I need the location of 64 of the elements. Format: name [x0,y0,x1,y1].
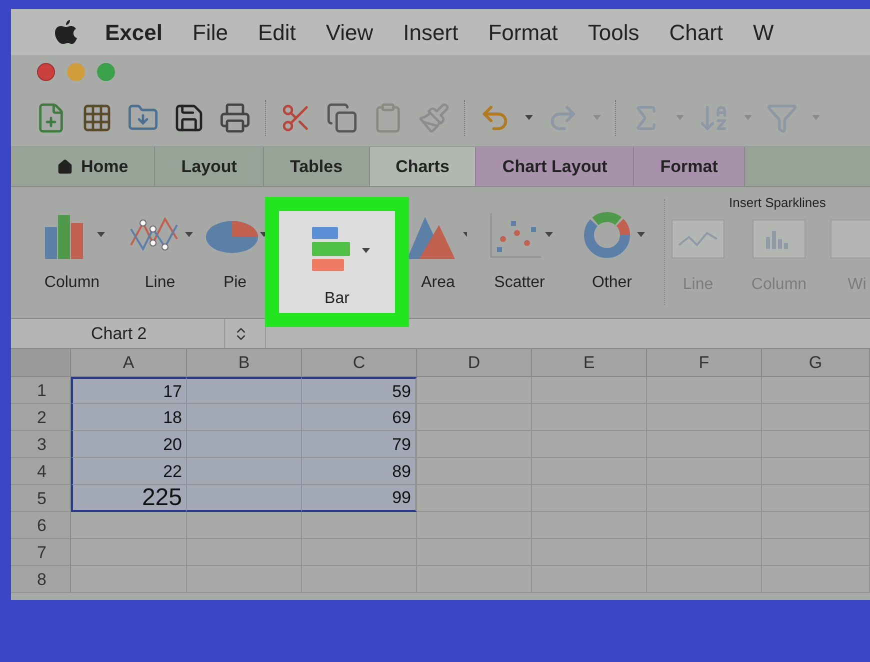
table-cell: 18 [71,404,187,431]
caret-icon [544,232,552,238]
menu-item[interactable]: Edit [258,16,296,48]
chart-type-button[interactable]: Bar [265,197,409,327]
caret-icon [525,114,533,120]
table-cell: 59 [302,377,417,404]
line-sparkline-icon [671,218,725,258]
caret-icon [812,114,820,120]
row-header[interactable]: 2 [11,404,71,431]
home-icon [57,158,73,174]
chart-type-button[interactable]: Column [29,199,115,299]
row-header[interactable]: 3 [11,431,71,458]
column-header[interactable]: D [417,349,532,376]
table-cell: 69 [302,404,417,431]
caret-icon [593,114,601,120]
menu-item[interactable]: Tools [588,16,640,48]
row-header[interactable]: 4 [11,458,71,485]
caret-icon [676,114,684,120]
filter-icon[interactable] [766,102,798,134]
ribbon-tab[interactable]: Format [634,147,745,186]
ribbon-tab[interactable]: Charts [370,147,476,186]
brush-icon[interactable] [418,102,450,134]
row-header[interactable]: 1 [11,377,71,404]
column-header[interactable]: A [71,349,187,376]
table-cell: 22 [71,458,187,485]
menu-item[interactable]: W [753,16,774,48]
maximize-button[interactable] [97,63,115,81]
column-header[interactable]: G [762,349,870,376]
column-header[interactable]: B [187,349,302,376]
table-cell: 20 [71,431,187,458]
row-header[interactable]: 6 [11,512,71,539]
table-cell: 99 [302,485,417,512]
table-cell: 225 [71,485,187,512]
menu-item[interactable]: File [192,16,228,48]
table-cell: 79 [302,431,417,458]
column-sparkline-icon [752,218,806,258]
caret-icon [362,248,370,254]
group-title: Insert Sparklines [729,194,826,212]
close-button[interactable] [37,63,55,81]
ribbon-tab[interactable]: Chart Layout [476,147,634,186]
table-cell: 89 [302,458,417,485]
menu-item[interactable]: Excel [105,16,162,48]
row-header[interactable]: 5 [11,485,71,512]
caret-icon [97,232,105,238]
chart-type-button[interactable]: Line [115,199,205,299]
table-cell: 17 [71,377,187,404]
column-header[interactable]: E [532,349,647,376]
chart-type-button[interactable]: Area [409,199,467,299]
apple-logo-icon[interactable] [55,19,77,45]
row-header[interactable]: 7 [11,539,71,566]
menu-item[interactable]: View [326,16,374,48]
printer-icon[interactable] [219,102,251,134]
copy-icon[interactable] [326,102,358,134]
column-header[interactable]: F [647,349,762,376]
caret-icon [185,232,193,238]
menu-item[interactable]: Insert [403,16,458,48]
caret-icon [637,232,645,238]
chart-type-button[interactable]: Other [572,199,652,299]
chart-type-button[interactable]: Scatter [467,199,572,299]
menu-item[interactable]: Chart [669,16,724,48]
caret-icon [744,114,752,120]
column-header[interactable]: C [302,349,417,376]
row-header[interactable]: 8 [11,566,71,593]
menu-item[interactable]: Format [488,16,558,48]
